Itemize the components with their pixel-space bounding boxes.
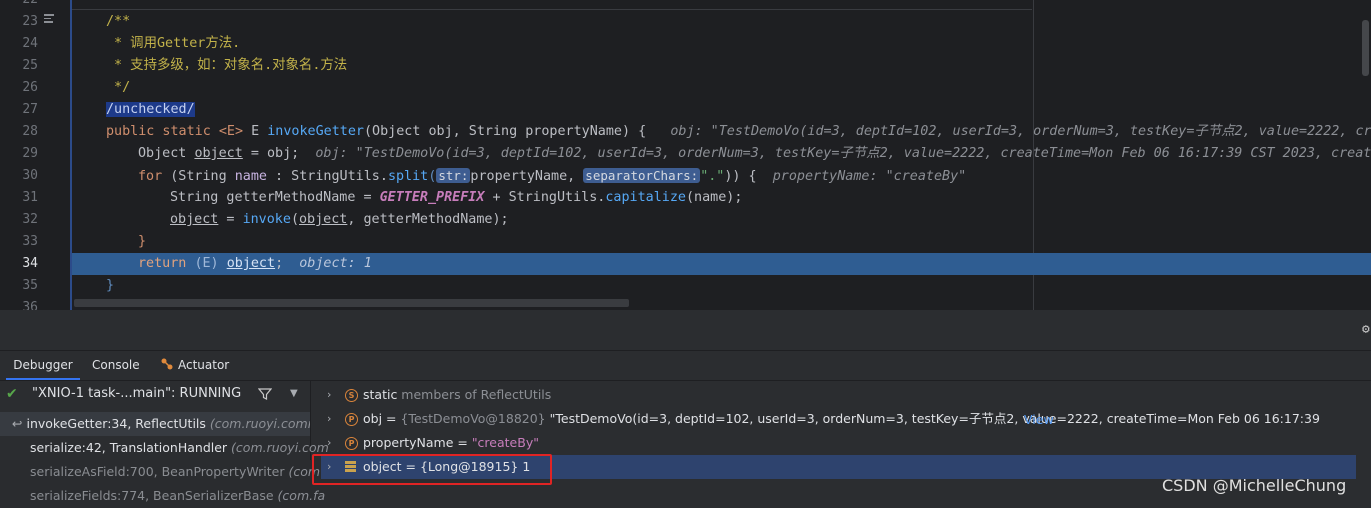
view-link[interactable]: View [1024, 408, 1054, 432]
thread-label: "XNIO-1 task-...main": RUNNING [32, 386, 242, 401]
gear-icon[interactable]: ⚙ [1362, 322, 1370, 337]
line-number: 35 [22, 278, 38, 293]
filter-icon[interactable] [258, 387, 272, 401]
thread-selector[interactable]: ✔ "XNIO-1 task-...main": RUNNING ▼ [0, 381, 310, 407]
inline-debug-value: obj: "TestDemoVo(id=3, deptId=102, userI… [315, 146, 1371, 161]
tab-actuator[interactable]: Actuator [160, 350, 229, 380]
line-number: 30 [22, 168, 38, 183]
variable-row-static[interactable]: › S static members of ReflectUtils [311, 383, 1356, 407]
frame-item[interactable]: ↩ invokeGetter:34, ReflectUtils (com.ruoy… [0, 412, 310, 436]
doc-comment-toggle-icon[interactable] [44, 14, 54, 24]
check-icon: ✔ [6, 386, 18, 402]
param-hint-separator: separatorChars: [583, 168, 701, 183]
code-line-29: Object object = obj; obj: "TestDemoVo(id… [138, 146, 1371, 161]
inline-debug-value: obj: "TestDemoVo(id=3, deptId=102, userI… [670, 124, 1371, 139]
editor-separator [72, 9, 1032, 10]
line-number: 27 [22, 102, 38, 117]
chevron-down-icon[interactable]: ▼ [290, 381, 298, 407]
panel-header: ⚙ [0, 310, 1371, 351]
line-number: 29 [22, 146, 38, 161]
frames-pane: ✔ "XNIO-1 task-...main": RUNNING ▼ ↩ invo… [0, 381, 340, 508]
line-gutter: 22 23 24 25 26 27 28 29 30 31 32 33 34 3… [0, 0, 71, 310]
code-line-35: } [106, 278, 115, 293]
debug-tabs: Debugger Console Actuator [0, 350, 1371, 381]
watermark: CSDN @MichelleChung [1162, 476, 1347, 495]
code-editor[interactable]: 22 23 24 25 26 27 28 29 30 31 32 33 34 3… [0, 0, 1371, 310]
code-line-30: for (String name : StringUtils.split(str… [138, 168, 967, 184]
line-number: 31 [22, 190, 38, 205]
code-line-32: object = invoke(object, getterMethodName… [170, 212, 509, 227]
line-number: 25 [22, 58, 38, 73]
inline-debug-value: object: 1 [299, 256, 372, 271]
line-number: 23 [22, 14, 38, 29]
line-number: 26 [22, 80, 38, 95]
code-line-31: String getterMethodName = GETTER_PREFIX … [170, 190, 743, 205]
frame-item[interactable]: serializeFields:774, BeanSerializerBase … [0, 484, 340, 508]
chevron-right-icon[interactable]: › [327, 407, 331, 431]
variable-row-obj[interactable]: › P obj = {TestDemoVo@18820} "TestDemoVo… [311, 407, 1321, 431]
return-arrow-icon: ↩ [12, 416, 23, 431]
code-line-25: * 支持多级，如：对象名.对象名.方法 [106, 58, 348, 73]
parameter-icon: P [345, 437, 358, 450]
code-line-34-execution-point: return (E) object; object: 1 [72, 253, 1371, 275]
vertical-scrollbar[interactable] [1362, 20, 1369, 76]
line-number: 32 [22, 212, 38, 227]
line-number: 22 [0, 0, 38, 11]
chevron-right-icon[interactable]: › [327, 383, 331, 407]
highlight-annotation-box [312, 454, 552, 485]
static-icon: S [345, 389, 358, 402]
tab-actuator-label: Actuator [178, 358, 230, 372]
line-number: 33 [22, 234, 38, 249]
chevron-right-icon[interactable]: › [327, 431, 331, 455]
horizontal-scrollbar[interactable] [74, 299, 629, 307]
frame-item[interactable]: serialize:42, TranslationHandler (com.ru… [0, 436, 340, 460]
tab-debugger[interactable]: Debugger [6, 350, 80, 380]
inline-debug-value: propertyName: "createBy" [772, 169, 967, 184]
tab-console[interactable]: Console [92, 350, 140, 380]
variable-row-propertyname[interactable]: › P propertyName = "createBy" [311, 431, 1356, 455]
code-line-28: public static <E> E invokeGetter(Object … [106, 121, 1371, 143]
code-line-27: /unchecked/ [106, 102, 195, 117]
actuator-icon [161, 358, 173, 370]
line-number-current: 34 [22, 256, 38, 271]
line-number: 28 [22, 124, 38, 139]
code-line-26: */ [106, 80, 131, 95]
line-number: 36 [22, 300, 38, 310]
param-hint-str: str: [436, 168, 471, 183]
line-number: 24 [22, 36, 38, 51]
parameter-icon: P [345, 413, 358, 426]
code-line-24: * 调用Getter方法. [106, 36, 241, 51]
frame-item[interactable]: serializeAsField:700, BeanPropertyWriter… [0, 460, 340, 484]
code-line-33: } [138, 234, 147, 249]
code-line-23: /** [106, 14, 131, 29]
